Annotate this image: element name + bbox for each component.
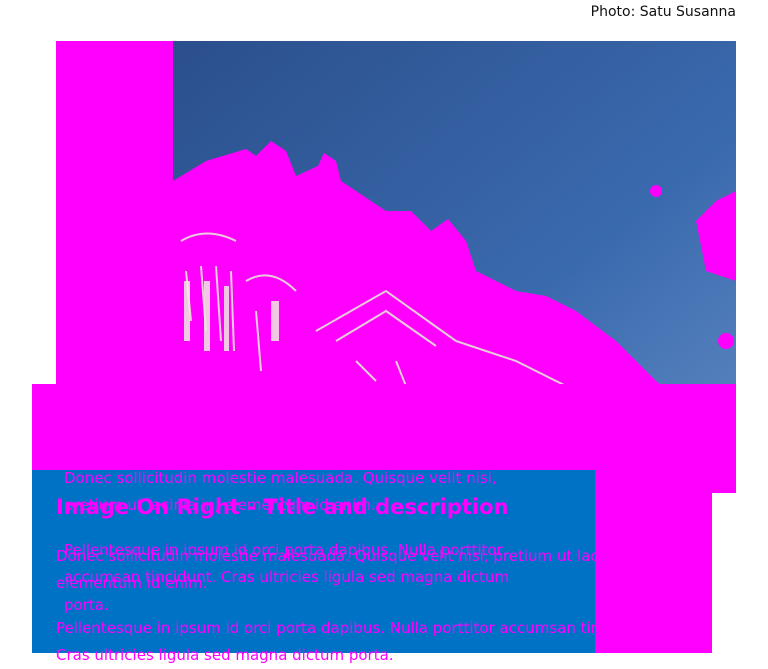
card-description-line: elementum id enim.: [56, 574, 208, 592]
overlay-text-line: Donec sollicitudin molestie malesuada. Q…: [64, 469, 497, 487]
card-description-line: Cras ultricies ligula sed magna dictum p…: [56, 646, 394, 664]
card-description-line: Donec sollicitudin molestie malesuada. Q…: [56, 547, 649, 565]
overlay-band: [32, 384, 736, 470]
card-title: Image On Right - Title and description: [56, 495, 509, 519]
card-description-line: Pellentesque in ipsum id orci porta dapi…: [56, 619, 652, 637]
photo-credit: Photo: Satu Susanna: [590, 4, 736, 20]
